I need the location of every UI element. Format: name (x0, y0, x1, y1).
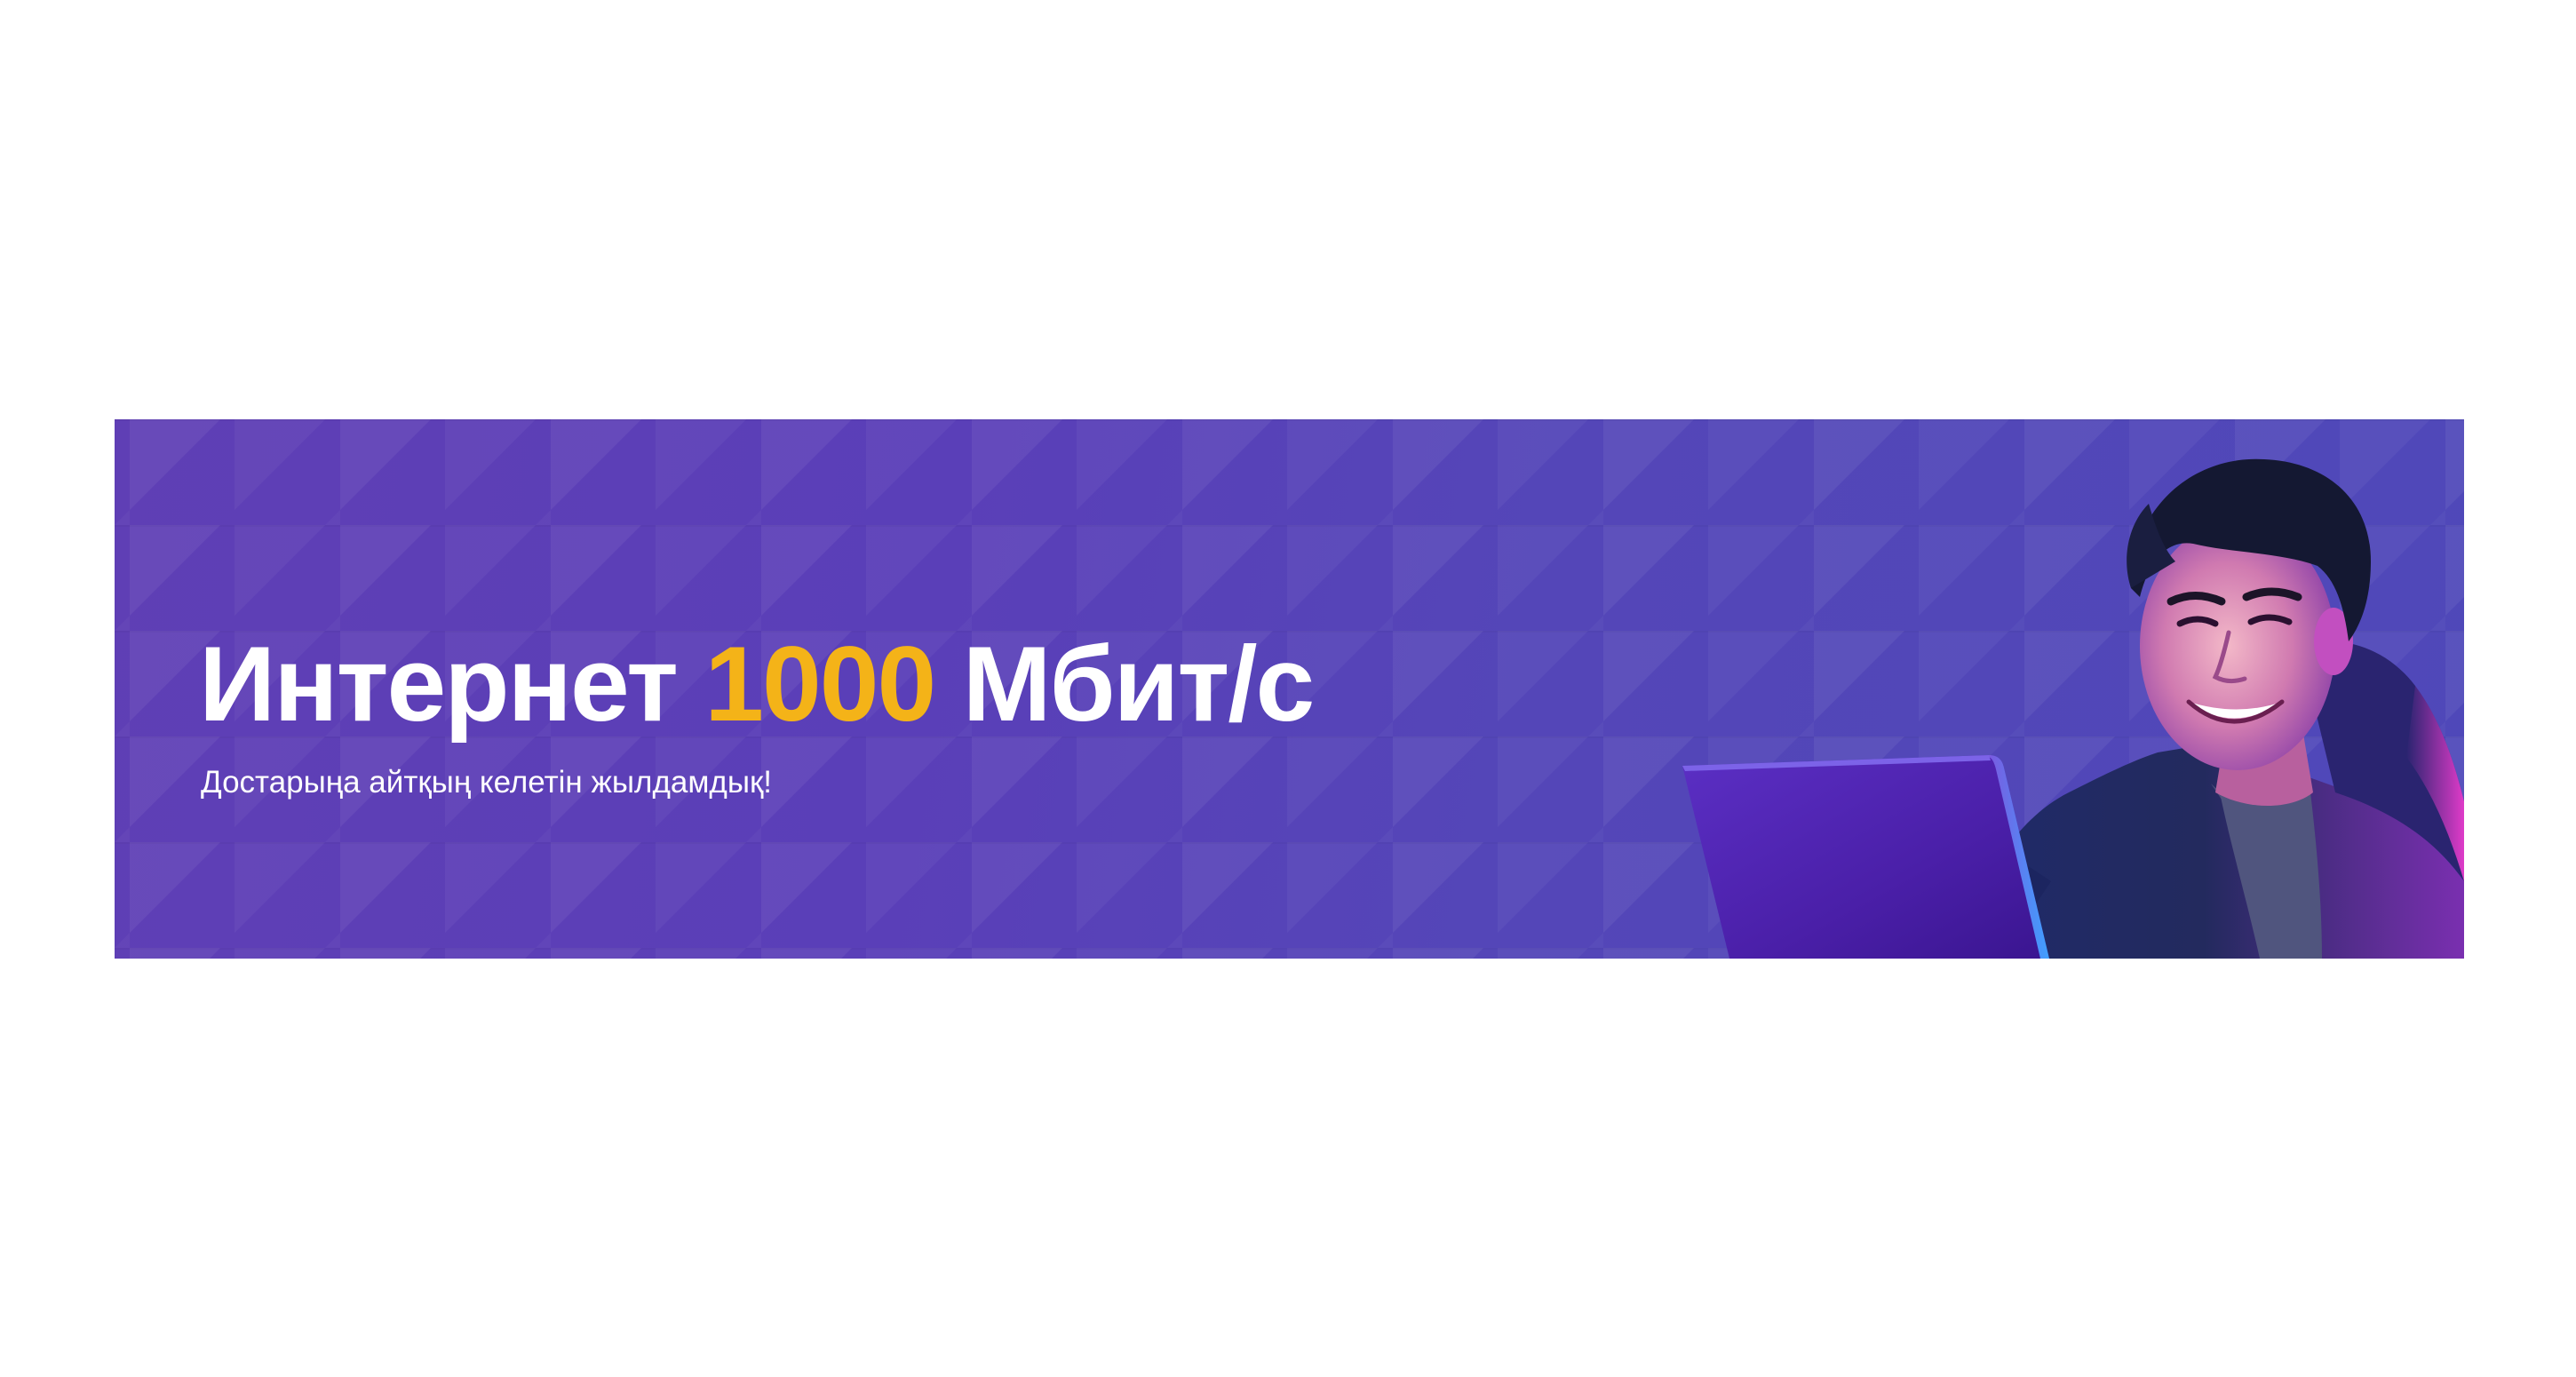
headline-speed-value: 1000 (704, 625, 936, 744)
man-with-laptop-image (1682, 458, 2464, 959)
banner-subtitle: Достарыңа айтқың келетін жылдамдық! (201, 765, 773, 800)
banner-headline: Интернет 1000 Мбит/с (199, 631, 1315, 737)
headline-text-internet: Интернет (199, 625, 705, 744)
promo-banner[interactable]: Интернет 1000 Мбит/с Достарыңа айтқың ке… (115, 419, 2464, 959)
headline-text-unit: Мбит/с (934, 625, 1316, 744)
